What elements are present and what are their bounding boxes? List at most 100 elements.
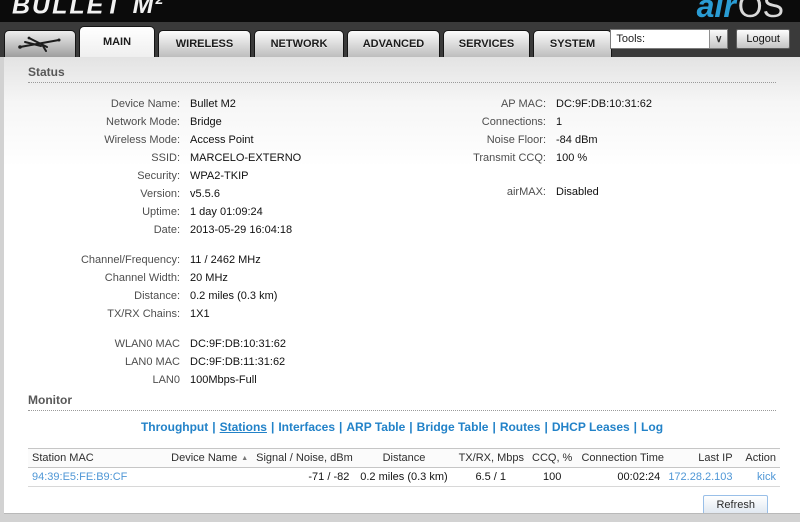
- station-row: 94:39:E5:FE:B9:CF -71 / -82 0.2 miles (0…: [28, 467, 780, 487]
- brand-model: M: [132, 0, 156, 20]
- monitor-nav: Throughput | Stations | Interfaces | ARP Table…: [4, 420, 800, 434]
- col-header-station-mac[interactable]: Station MAC: [28, 448, 151, 468]
- link-separator: |: [212, 420, 216, 434]
- field-label: Uptime:: [142, 206, 180, 218]
- airos-page: BULLET M2 airOS: [0, 0, 800, 522]
- monitor-link-stations[interactable]: Stations: [220, 420, 267, 434]
- field-value: Access Point: [190, 134, 254, 146]
- field-label: Version:: [140, 188, 180, 200]
- tools-select[interactable]: Tools: ∨: [610, 29, 729, 49]
- link-separator: |: [270, 420, 275, 434]
- field-value: 1: [556, 116, 563, 128]
- monitor-link-log[interactable]: Log: [641, 420, 663, 434]
- field-label: Security:: [137, 170, 180, 182]
- field-value: DC:9F:DB:10:31:62: [556, 98, 652, 110]
- station-mac-link[interactable]: 94:39:E5:FE:B9:CF: [32, 471, 127, 483]
- status-row-ap-mac: AP MAC: DC:9F:DB:10:31:62: [416, 95, 776, 113]
- field-label: Channel/Frequency:: [80, 254, 180, 266]
- col-header-label: Device Name: [171, 452, 238, 464]
- link-separator: |: [633, 420, 638, 434]
- status-row-device-name: Device Name: Bullet M2: [28, 95, 416, 113]
- sort-ascending-icon: ▲: [241, 454, 249, 462]
- field-label: airMAX:: [506, 186, 546, 198]
- field-value: Bullet M2: [190, 98, 236, 110]
- monitor-link-throughput[interactable]: Throughput: [141, 420, 208, 434]
- tab-wireless[interactable]: WIRELESS: [158, 30, 251, 57]
- tab-advanced[interactable]: ADVANCED: [347, 30, 440, 57]
- tab-ubiquiti-home[interactable]: [4, 30, 76, 57]
- status-left-column: Device Name: Bullet M2 Network Mode: Bridg…: [28, 95, 416, 389]
- status-row-transmit-ccq: Transmit CCQ: 100 %: [416, 149, 776, 167]
- status-row-security: Security: WPA2-TKIP: [28, 167, 416, 185]
- stations-table: Station MAC Device Name ▲ Signal / Noise,…: [28, 448, 780, 487]
- station-device-name: [150, 467, 253, 487]
- ubiquiti-logo-icon: [17, 34, 63, 55]
- device-logo: BULLET M2: [12, 0, 163, 20]
- status-group-ap: AP MAC: DC:9F:DB:10:31:62 Connections: 1 N…: [416, 95, 776, 167]
- field-value: -84 dBm: [556, 134, 598, 146]
- header-controls: Tools: ∨ Logout: [610, 29, 790, 49]
- field-value: DC:9F:DB:11:31:62: [190, 356, 286, 368]
- field-label: SSID:: [151, 152, 180, 164]
- status-row-airmax: airMAX: Disabled: [416, 183, 776, 201]
- status-group-radio: Channel/Frequency: 11 / 2462 MHz Channel …: [28, 251, 416, 323]
- refresh-button[interactable]: Refresh: [703, 495, 768, 513]
- status-row-connections: Connections: 1: [416, 113, 776, 131]
- field-label: Noise Floor:: [486, 134, 546, 146]
- status-row-network-mode: Network Mode: Bridge: [28, 113, 416, 131]
- col-header-ccq[interactable]: CCQ, %: [526, 448, 578, 468]
- monitor-link-routes[interactable]: Routes: [500, 420, 541, 434]
- station-kick-link[interactable]: kick: [757, 471, 776, 483]
- tab-services[interactable]: SERVICES: [443, 30, 530, 57]
- field-label: AP MAC:: [500, 98, 546, 110]
- link-separator: |: [492, 420, 496, 434]
- monitor-link-arp-table[interactable]: ARP Table: [346, 420, 405, 434]
- airos-air: air: [696, 0, 736, 22]
- tools-select-value: Tools:: [616, 33, 646, 45]
- col-header-signal-noise[interactable]: Signal / Noise, dBm: [252, 448, 354, 468]
- status-row-wlan0-mac: WLAN0 MAC DC:9F:DB:10:31:62: [28, 335, 416, 353]
- tab-network[interactable]: NETWORK: [254, 30, 344, 57]
- status-group-device: Device Name: Bullet M2 Network Mode: Bridg…: [28, 95, 416, 239]
- col-header-distance[interactable]: Distance: [353, 448, 455, 468]
- field-value: 11 / 2462 MHz: [190, 254, 261, 266]
- field-value: 1 day 01:09:24: [190, 206, 263, 218]
- field-label: Wireless Mode:: [104, 134, 180, 146]
- status-row-date: Date: 2013-05-29 16:04:18: [28, 221, 416, 239]
- field-label: Network Mode:: [106, 116, 180, 128]
- status-row-lan0-mac: LAN0 MAC DC:9F:DB:11:31:62: [28, 353, 416, 371]
- field-value: Disabled: [556, 186, 599, 198]
- col-header-action[interactable]: Action: [736, 448, 780, 468]
- brand-model-sup: 2: [155, 0, 163, 7]
- status-row-noise-floor: Noise Floor: -84 dBm: [416, 131, 776, 149]
- airos-os: OS: [737, 0, 784, 22]
- tab-strip: MAIN WIRELESS NETWORK ADVANCED SERVICES …: [4, 26, 612, 57]
- status-row-distance: Distance: 0.2 miles (0.3 km): [28, 287, 416, 305]
- tab-system[interactable]: SYSTEM: [533, 30, 612, 57]
- monitor-link-dhcp-leases[interactable]: DHCP Leases: [552, 420, 630, 434]
- field-value: v5.5.6: [190, 188, 220, 200]
- field-label: TX/RX Chains:: [107, 308, 180, 320]
- field-label: Transmit CCQ:: [473, 152, 546, 164]
- station-txrx: 6.5 / 1: [454, 467, 527, 487]
- tab-bar: MAIN WIRELESS NETWORK ADVANCED SERVICES …: [0, 22, 800, 57]
- status-row-wireless-mode: Wireless Mode: Access Point: [28, 131, 416, 149]
- station-ccq: 100: [526, 467, 578, 487]
- monitor-link-bridge-table[interactable]: Bridge Table: [417, 420, 489, 434]
- logout-button[interactable]: Logout: [736, 29, 790, 49]
- monitor-link-interfaces[interactable]: Interfaces: [278, 420, 335, 434]
- col-header-last-ip[interactable]: Last IP: [664, 448, 737, 468]
- tab-main[interactable]: MAIN: [79, 26, 155, 57]
- main-content: Status Device Name: Bullet M2 Network Mod…: [4, 57, 800, 514]
- status-row-txrx-chains: TX/RX Chains: 1X1: [28, 305, 416, 323]
- station-last-ip-link[interactable]: 172.28.2.103: [668, 471, 732, 483]
- status-right-column: AP MAC: DC:9F:DB:10:31:62 Connections: 1 N…: [416, 95, 776, 389]
- field-label: LAN0 MAC: [124, 356, 180, 368]
- col-header-connection-time[interactable]: Connection Time: [577, 448, 665, 468]
- field-label: LAN0: [152, 374, 180, 386]
- field-label: Distance:: [134, 290, 180, 302]
- station-connection-time: 00:02:24: [577, 467, 665, 487]
- link-separator: |: [339, 420, 343, 434]
- col-header-device-name[interactable]: Device Name ▲: [150, 448, 253, 468]
- col-header-txrx[interactable]: TX/RX, Mbps: [454, 448, 527, 468]
